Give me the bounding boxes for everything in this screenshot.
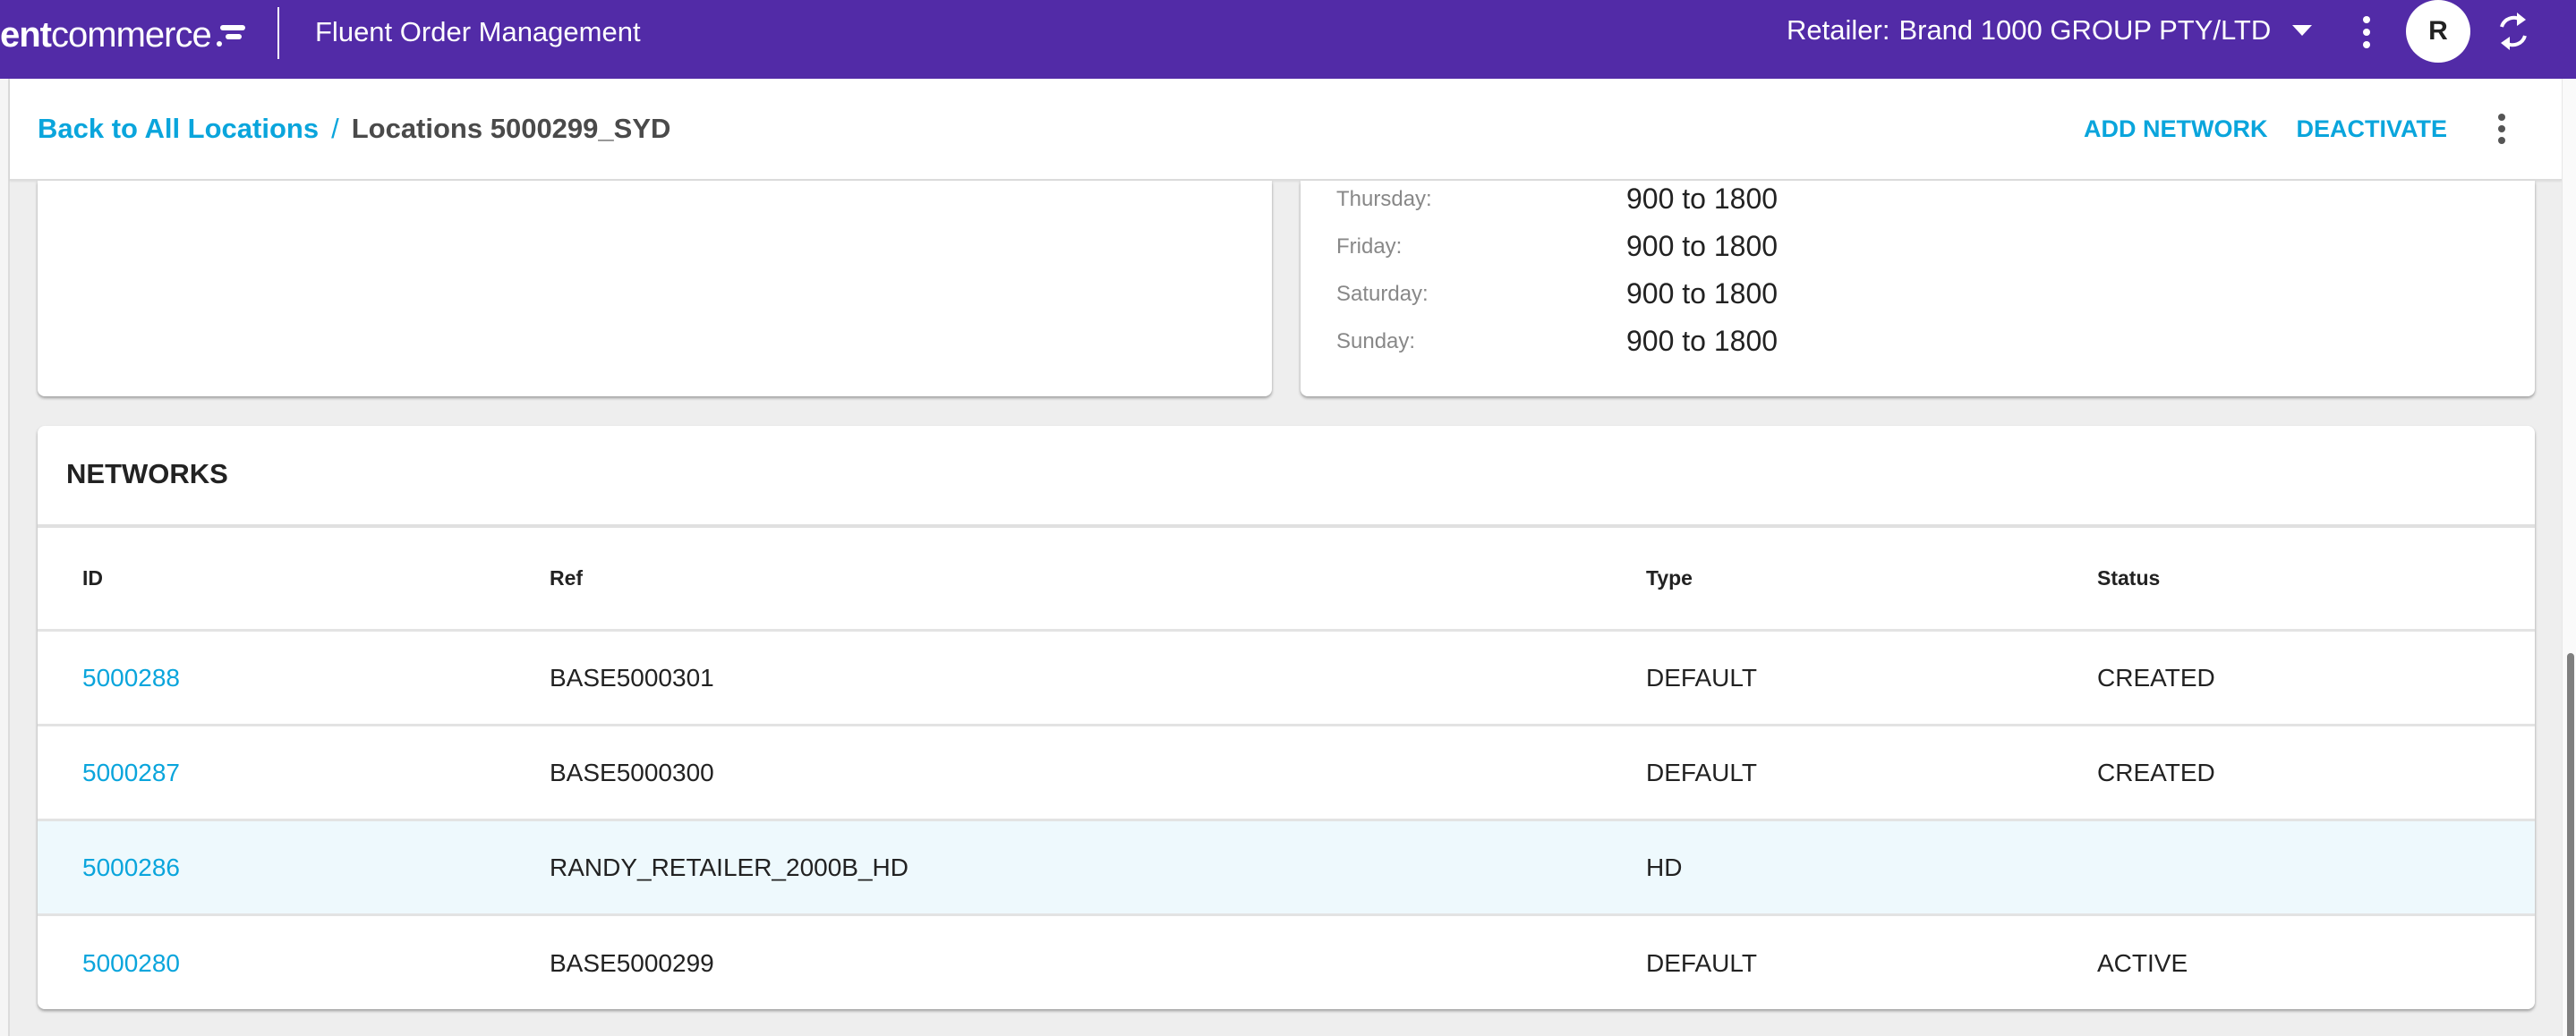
column-header-id[interactable]: ID bbox=[82, 528, 103, 629]
network-status: ACTIVE bbox=[2097, 949, 2188, 977]
network-id-link[interactable]: 5000286 bbox=[82, 821, 180, 913]
more-vert-icon[interactable] bbox=[2359, 16, 2374, 48]
network-ref: BASE5000301 bbox=[550, 663, 714, 692]
app-header: ent commerce Fluent Order Management Reta… bbox=[0, 0, 2576, 79]
hours-row: Friday: 900 to 1800 bbox=[1336, 223, 1778, 270]
retailer-value: Brand 1000 GROUP PTY/LTD bbox=[1898, 14, 2272, 46]
header-divider bbox=[277, 7, 279, 59]
breadcrumb-separator: / bbox=[331, 113, 339, 144]
add-network-button[interactable]: ADD NETWORK bbox=[2084, 115, 2267, 143]
hours-value: 900 to 1800 bbox=[1626, 183, 1778, 215]
page-toolbar: Back to All Locations / Locations 500029… bbox=[10, 79, 2562, 181]
network-type: DEFAULT bbox=[1646, 949, 1757, 977]
page-scrollbar[interactable] bbox=[2562, 79, 2576, 1036]
hours-row: Saturday: 900 to 1800 bbox=[1336, 270, 1778, 318]
more-actions-icon[interactable] bbox=[2495, 114, 2508, 144]
hours-row: Thursday: 900 to 1800 bbox=[1336, 175, 1778, 223]
app-title: Fluent Order Management bbox=[315, 16, 641, 47]
table-row-hovered[interactable]: 5000286 RANDY_RETAILER_2000B_HD HD bbox=[38, 821, 2535, 916]
network-type: HD bbox=[1646, 853, 1683, 881]
logo-mark-icon bbox=[215, 21, 245, 48]
network-type: DEFAULT bbox=[1646, 663, 1757, 692]
network-status: CREATED bbox=[2097, 663, 2215, 692]
network-id-link[interactable]: 5000280 bbox=[82, 916, 180, 1011]
network-ref: BASE5000299 bbox=[550, 949, 714, 977]
networks-heading: NETWORKS bbox=[66, 458, 228, 489]
day-label: Sunday: bbox=[1336, 328, 1416, 353]
network-id-link[interactable]: 5000288 bbox=[82, 632, 180, 724]
table-row[interactable]: 5000287 BASE5000300 DEFAULT CREATED bbox=[38, 726, 2535, 821]
networks-table: ID Ref Type Status 5000288 BASE5000301 D… bbox=[38, 528, 2535, 1011]
deactivate-button[interactable]: DEACTIVATE bbox=[2297, 115, 2448, 143]
logo-text: commerce bbox=[51, 14, 212, 55]
collapsed-sidebar[interactable] bbox=[0, 79, 10, 1036]
hours-value: 900 to 1800 bbox=[1626, 230, 1778, 262]
column-header-status[interactable]: Status bbox=[2097, 528, 2160, 629]
retailer-label: Retailer: bbox=[1787, 14, 1890, 46]
fluent-commerce-logo[interactable]: ent commerce bbox=[0, 13, 245, 57]
refresh-icon[interactable] bbox=[2495, 9, 2531, 54]
retailer-selector[interactable]: Retailer: Brand 1000 GROUP PTY/LTD bbox=[1787, 13, 2313, 48]
network-ref: BASE5000300 bbox=[550, 758, 714, 786]
page-actions: ADD NETWORK DEACTIVATE bbox=[2084, 111, 2562, 147]
network-ref: RANDY_RETAILER_2000B_HD bbox=[550, 853, 908, 881]
day-label: Thursday: bbox=[1336, 186, 1432, 211]
page-title: Locations 5000299_SYD bbox=[351, 113, 671, 144]
network-id-link[interactable]: 5000287 bbox=[82, 726, 180, 819]
networks-card: NETWORKS ID Ref Type Status 5000288 BASE… bbox=[38, 426, 2535, 1009]
column-header-type[interactable]: Type bbox=[1646, 528, 1693, 629]
breadcrumb: Back to All Locations / Locations 500029… bbox=[38, 111, 670, 147]
network-type: DEFAULT bbox=[1646, 758, 1757, 786]
column-header-ref[interactable]: Ref bbox=[550, 528, 583, 629]
table-header-row: ID Ref Type Status bbox=[38, 528, 2535, 632]
location-details-card bbox=[38, 181, 1272, 396]
caret-down-icon bbox=[2292, 25, 2313, 36]
hours-value: 900 to 1800 bbox=[1626, 325, 1778, 357]
network-status: CREATED bbox=[2097, 758, 2215, 786]
scrollbar-thumb[interactable] bbox=[2567, 653, 2574, 1036]
hours-value: 900 to 1800 bbox=[1626, 277, 1778, 310]
back-to-all-locations-link[interactable]: Back to All Locations bbox=[38, 111, 319, 147]
user-avatar[interactable]: R bbox=[2406, 0, 2470, 63]
hours-row: Sunday: 900 to 1800 bbox=[1336, 318, 1778, 365]
logo-text-bold: ent bbox=[0, 14, 52, 55]
table-row[interactable]: 5000288 BASE5000301 DEFAULT CREATED bbox=[38, 632, 2535, 726]
day-label: Friday: bbox=[1336, 234, 1403, 259]
day-label: Saturday: bbox=[1336, 281, 1429, 306]
table-row[interactable]: 5000280 BASE5000299 DEFAULT ACTIVE bbox=[38, 916, 2535, 1011]
opening-hours-card: Thursday: 900 to 1800 Friday: 900 to 180… bbox=[1301, 181, 2535, 396]
